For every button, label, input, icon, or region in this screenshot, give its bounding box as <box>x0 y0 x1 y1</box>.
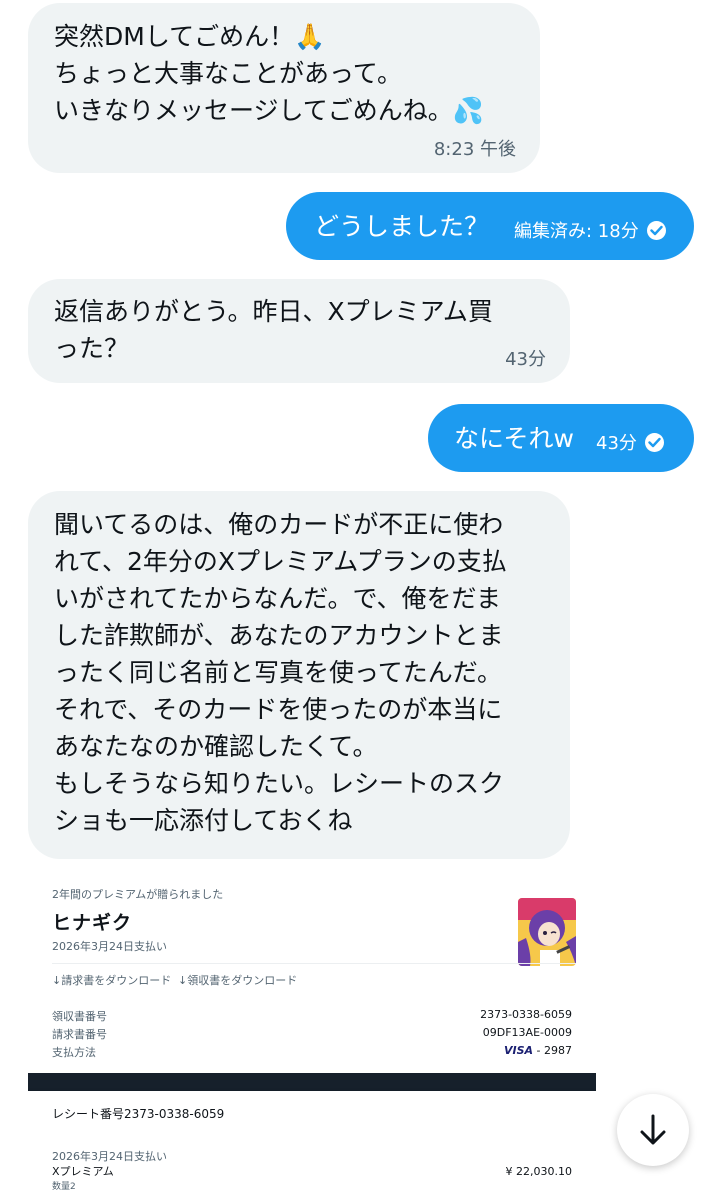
download-receipt-link[interactable]: ↓領収書をダウンロード <box>178 972 297 988</box>
message-text: 聞いてるのは、俺のカードが不正に使わ れて、2年分のXプレミアムプランの支払 い… <box>54 510 507 835</box>
receipt-number-label: 領収書番号 <box>52 1010 107 1023</box>
arrow-down-icon <box>640 1114 666 1145</box>
receipt-image-attachment[interactable]: 2年間のプレミアムが贈られました ヒナギク 2026年3月24日支払い ↓請求書… <box>28 868 596 1200</box>
receipt-number-value: 2373-0338-6059 <box>480 1008 572 1021</box>
read-check-icon <box>644 432 664 452</box>
scroll-to-bottom-button[interactable] <box>617 1094 689 1166</box>
receipt-item-quantity: 数量2 <box>52 1182 76 1192</box>
receipt-recipient-name: ヒナギク <box>52 912 133 934</box>
visa-logo: VISA <box>503 1044 534 1057</box>
receipt-detail-card: レシート番号2373-0338-6059 2026年3月24日支払い Xプレミア… <box>28 1091 596 1200</box>
message-text: どうしました？ <box>314 212 490 241</box>
receipt-item-price: ¥ 22,030.10 <box>505 1165 572 1178</box>
receipt-divider-band <box>28 1073 596 1091</box>
receipt-paid-date-2: 2026年3月24日支払い <box>52 1150 167 1163</box>
recipient-avatar <box>518 898 576 966</box>
receipt-header: 2年間のプレミアムが贈られました <box>52 888 224 901</box>
invoice-number-label: 請求書番号 <box>52 1028 107 1041</box>
receipt-item-name: Xプレミアム <box>52 1165 114 1178</box>
message-meta: 43分 <box>596 429 664 455</box>
message-bubble-received[interactable]: 突然DMしてごめん！🙏 ちょっと大事なことがあって。 いきなりメッセージしてごめ… <box>28 3 540 173</box>
payment-method-value: VISA - 2987 <box>504 1044 572 1057</box>
edited-label: 編集済み: 18分 <box>514 221 639 242</box>
message-bubble-received[interactable]: 聞いてるのは、俺のカードが不正に使わ れて、2年分のXプレミアムプランの支払 い… <box>28 491 570 859</box>
card-last-digits: - 2987 <box>536 1044 572 1057</box>
receipt-paid-date: 2026年3月24日支払い <box>52 940 167 953</box>
receipt-number-heading: レシート番号2373-0338-6059 <box>52 1107 225 1121</box>
message-time: 8:23 午後 <box>433 139 516 160</box>
receipt-card: 2年間のプレミアムが贈られました ヒナギク 2026年3月24日支払い ↓請求書… <box>28 868 596 1073</box>
download-invoice-link[interactable]: ↓請求書をダウンロード <box>52 972 171 988</box>
message-bubble-sent[interactable]: なにそれw 43分 <box>428 404 694 472</box>
read-check-icon <box>646 220 666 240</box>
message-text: なにそれw <box>454 424 574 453</box>
message-text: 突然DMしてごめん！🙏 ちょっと大事なことがあって。 いきなりメッセージしてごめ… <box>54 22 484 125</box>
message-meta: 編集済み: 18分 <box>514 217 666 243</box>
message-time: 43分 <box>596 433 637 454</box>
message-bubble-sent[interactable]: どうしました？ 編集済み: 18分 <box>286 192 694 260</box>
message-bubble-received[interactable]: 返信ありがとう。昨日、Xプレミアム買 った？ 43分 <box>28 279 570 383</box>
message-text: 返信ありがとう。昨日、Xプレミアム買 った？ <box>54 297 493 363</box>
message-time: 43分 <box>505 349 546 370</box>
invoice-number-value: 09DF13AE-0009 <box>482 1026 572 1039</box>
payment-method-label: 支払方法 <box>52 1046 96 1059</box>
divider <box>52 963 576 964</box>
